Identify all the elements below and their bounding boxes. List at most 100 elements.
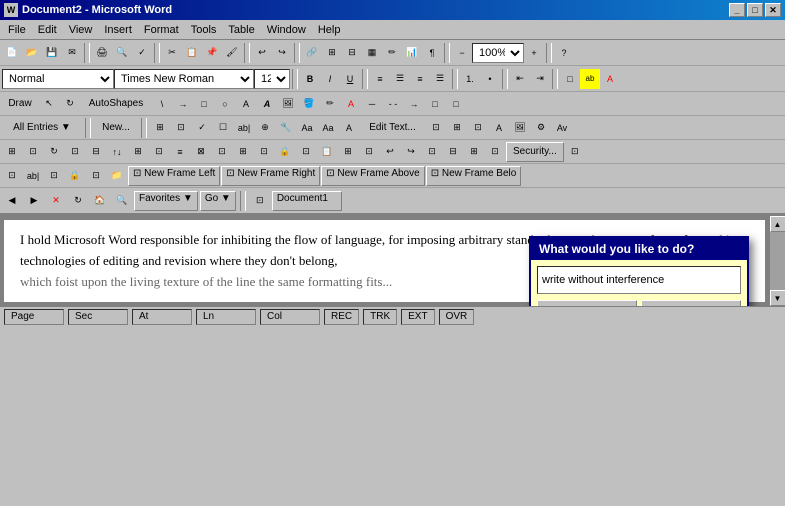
r5-btn5[interactable]: ⊟ — [86, 142, 106, 162]
spell-btn[interactable]: ✓ — [132, 43, 152, 63]
insert-link-btn[interactable]: 🔗 — [302, 43, 322, 63]
r4-btn5[interactable]: ab| — [234, 118, 254, 138]
rotate-btn[interactable]: ↻ — [60, 94, 80, 114]
document-map-btn[interactable]: 📊 — [402, 43, 422, 63]
favorites-btn[interactable]: Favorites ▼ — [134, 191, 198, 211]
new-frame-below-btn[interactable]: ⊡ New Frame Belo — [426, 166, 522, 186]
print-btn[interactable]: 🖨 — [92, 43, 112, 63]
scroll-down-btn[interactable]: ▼ — [770, 290, 785, 306]
zoom-in-btn[interactable]: + — [524, 43, 544, 63]
all-entries-btn[interactable]: All Entries ▼ — [2, 118, 82, 138]
font-dropdown[interactable]: Times New Roman — [114, 69, 254, 89]
decrease-indent-btn[interactable]: ⇤ — [510, 69, 530, 89]
numbering-btn[interactable]: 1. — [460, 69, 480, 89]
undo-btn[interactable]: ↩ — [252, 43, 272, 63]
nav-icon1[interactable]: ⊡ — [250, 191, 270, 211]
new-frame-right-btn[interactable]: ⊡ New Frame Right — [221, 166, 320, 186]
menu-table[interactable]: Table — [222, 22, 260, 38]
r4-btn1[interactable]: ⊞ — [150, 118, 170, 138]
line-color-btn[interactable]: ✏ — [320, 94, 340, 114]
dash-style-btn[interactable]: - - — [383, 94, 403, 114]
bold-btn[interactable]: B — [300, 69, 320, 89]
r5-btn9[interactable]: ≡ — [170, 142, 190, 162]
r4-btn10[interactable]: A — [339, 118, 359, 138]
new-doc-btn[interactable]: 📄 — [2, 43, 22, 63]
r4-btn12[interactable]: ⊞ — [447, 118, 467, 138]
format-painter-btn[interactable]: 🖌 — [222, 43, 242, 63]
r4-btn17[interactable]: Av — [552, 118, 572, 138]
align-right-btn[interactable]: ≡ — [410, 69, 430, 89]
new-frame-above-btn[interactable]: ⊡ New Frame Above — [321, 166, 424, 186]
nav-search-btn[interactable]: 🔍 — [112, 191, 132, 211]
style-dropdown[interactable]: Normal — [2, 69, 114, 89]
help-btn[interactable]: ? — [554, 43, 574, 63]
nav-stop-btn[interactable]: ✕ — [46, 191, 66, 211]
underline-btn[interactable]: U — [340, 69, 360, 89]
r5-btn10[interactable]: ⊠ — [191, 142, 211, 162]
open-btn[interactable]: 📂 — [22, 43, 42, 63]
r4-btn7[interactable]: 🔧 — [276, 118, 296, 138]
3d-btn[interactable]: □ — [446, 94, 466, 114]
font-color-draw-btn[interactable]: A — [341, 94, 361, 114]
zoom-out-btn[interactable]: − — [452, 43, 472, 63]
draw-label[interactable]: Draw — [2, 94, 38, 114]
fill-color-btn[interactable]: 🪣 — [299, 94, 319, 114]
edit-text-btn[interactable]: Edit Text... — [360, 118, 425, 138]
r5-btn17[interactable]: ⊞ — [338, 142, 358, 162]
r5-btn24[interactable]: ⊡ — [485, 142, 505, 162]
paste-btn[interactable]: 📌 — [202, 43, 222, 63]
menu-file[interactable]: File — [2, 22, 32, 38]
border-btn[interactable]: □ — [560, 69, 580, 89]
r5-btn20[interactable]: ↪ — [401, 142, 421, 162]
r4-btn4[interactable]: ☐ — [213, 118, 233, 138]
oval-btn[interactable]: ○ — [215, 94, 235, 114]
r4-btn14[interactable]: A — [489, 118, 509, 138]
r4-btn13[interactable]: ⊡ — [468, 118, 488, 138]
r4-btn16[interactable]: ⚙ — [531, 118, 551, 138]
security-btn[interactable]: Security... — [506, 142, 564, 162]
new-entry-btn[interactable]: New... — [94, 118, 138, 138]
shadow-btn[interactable]: □ — [425, 94, 445, 114]
maximize-button[interactable]: □ — [747, 3, 763, 17]
size-dropdown[interactable]: 12 — [254, 69, 290, 89]
r4-btn6[interactable]: ⊕ — [255, 118, 275, 138]
arrow-btn[interactable]: → — [173, 94, 193, 114]
nav-forward-btn[interactable]: ▶ — [24, 191, 44, 211]
r4-btn9[interactable]: Aa — [318, 118, 338, 138]
copy-btn[interactable]: 📋 — [182, 43, 202, 63]
drawing-btn[interactable]: ✏ — [382, 43, 402, 63]
frame-r6-btn3[interactable]: ⊡ — [44, 166, 64, 186]
cut-btn[interactable]: ✂ — [162, 43, 182, 63]
r4-btn8[interactable]: Aa — [297, 118, 317, 138]
r5-btn16[interactable]: 📋 — [317, 142, 337, 162]
r5-btn12[interactable]: ⊞ — [233, 142, 253, 162]
r5-btn1[interactable]: ⊞ — [2, 142, 22, 162]
frame-r6-btn5[interactable]: ⊡ — [86, 166, 106, 186]
r5-btn13[interactable]: ⊡ — [254, 142, 274, 162]
scroll-track[interactable] — [770, 232, 785, 290]
frame-add-btn[interactable]: ab| — [23, 166, 43, 186]
frame-prev-btn[interactable]: ⊡ — [2, 166, 22, 186]
justify-btn[interactable]: ☰ — [430, 69, 450, 89]
menu-view[interactable]: View — [63, 22, 99, 38]
vertical-scrollbar[interactable]: ▲ ▼ — [769, 216, 785, 306]
r5-btn2[interactable]: ⊡ — [23, 142, 43, 162]
nav-home-btn[interactable]: 🏠 — [90, 191, 110, 211]
r5-btn23[interactable]: ⊞ — [464, 142, 484, 162]
go-btn[interactable]: Go ▼ — [200, 191, 236, 211]
r5-btn18[interactable]: ⊡ — [359, 142, 379, 162]
line-btn[interactable]: \ — [152, 94, 172, 114]
menu-tools[interactable]: Tools — [185, 22, 223, 38]
help-options-btn[interactable]: Options — [537, 300, 637, 306]
r5-btn8[interactable]: ⊡ — [149, 142, 169, 162]
menu-help[interactable]: Help — [312, 22, 347, 38]
r5-btn7[interactable]: ⊞ — [128, 142, 148, 162]
show-hide-btn[interactable]: ¶ — [422, 43, 442, 63]
r5-btn21[interactable]: ⊡ — [422, 142, 442, 162]
arrow-style-btn[interactable]: → — [404, 94, 424, 114]
close-button[interactable]: ✕ — [765, 3, 781, 17]
r5-btn4[interactable]: ⊡ — [65, 142, 85, 162]
r4-btn11[interactable]: ⊡ — [426, 118, 446, 138]
r5-btn22[interactable]: ⊟ — [443, 142, 463, 162]
nav-refresh-btn[interactable]: ↻ — [68, 191, 88, 211]
